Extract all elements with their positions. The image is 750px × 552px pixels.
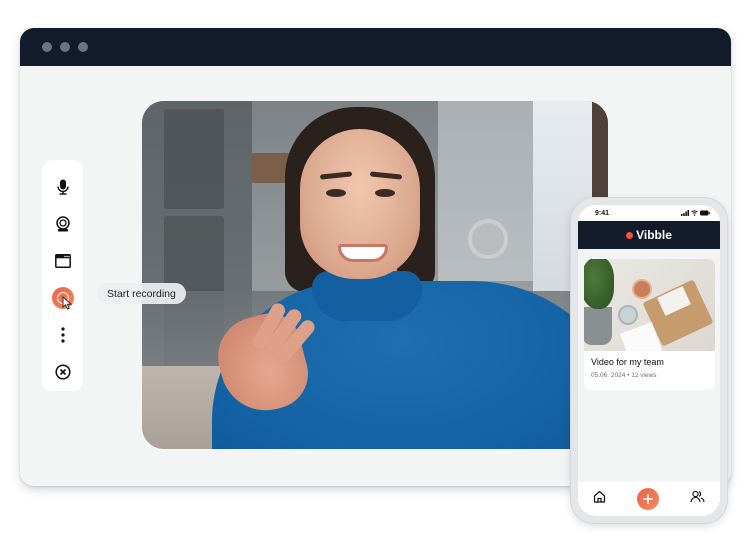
tab-home[interactable] bbox=[593, 490, 606, 508]
window-titlebar bbox=[20, 28, 731, 66]
background-clock bbox=[468, 219, 508, 259]
video-card[interactable]: Video for my team 05.06. 2024 • 12 views bbox=[584, 259, 715, 390]
phone-tab-bar bbox=[578, 482, 720, 516]
start-recording-button[interactable] bbox=[48, 280, 78, 317]
video-thumbnail bbox=[584, 259, 715, 351]
status-time: 9:41 bbox=[595, 209, 610, 217]
browser-window-icon bbox=[54, 253, 71, 268]
status-icons bbox=[681, 210, 710, 216]
webcam-preview bbox=[142, 101, 608, 449]
screen-share-button[interactable] bbox=[48, 242, 78, 279]
phone-screen: 9:41 Vibble Video for my team 05.06. 202… bbox=[578, 205, 720, 516]
mouse-cursor-icon bbox=[62, 296, 72, 310]
thumb-coaster bbox=[632, 279, 652, 299]
thumb-plant-pot bbox=[584, 307, 612, 345]
microphone-button[interactable] bbox=[48, 168, 78, 205]
webcam-icon bbox=[55, 216, 70, 232]
recording-toolbar bbox=[42, 160, 83, 391]
close-button[interactable] bbox=[48, 354, 78, 391]
window-control-dot[interactable] bbox=[78, 42, 88, 52]
background-cabinet-glass bbox=[164, 109, 224, 209]
thumb-glass bbox=[618, 305, 638, 325]
battery-icon bbox=[700, 210, 710, 216]
home-icon bbox=[594, 490, 606, 503]
thumb-plant bbox=[584, 259, 614, 309]
webcam-button[interactable] bbox=[48, 205, 78, 242]
microphone-icon bbox=[56, 179, 69, 195]
more-options-button[interactable] bbox=[48, 317, 78, 354]
wifi-icon bbox=[691, 210, 698, 216]
record-icon bbox=[51, 287, 74, 310]
window-control-dot[interactable] bbox=[42, 42, 52, 52]
person-eye bbox=[375, 189, 395, 197]
add-video-button[interactable] bbox=[636, 488, 659, 510]
video-title: Video for my team bbox=[591, 357, 664, 367]
tab-team[interactable] bbox=[690, 490, 705, 508]
person-eye bbox=[326, 189, 346, 197]
phone-mockup: 9:41 Vibble Video for my team 05.06. 202… bbox=[570, 197, 728, 524]
more-vertical-icon bbox=[60, 327, 65, 343]
app-header: Vibble bbox=[578, 221, 720, 249]
close-circle-icon bbox=[54, 364, 71, 380]
person-smile bbox=[338, 244, 388, 262]
video-meta: 05.06. 2024 • 12 views bbox=[591, 372, 657, 379]
brand-logo-dot bbox=[626, 231, 634, 239]
phone-status-bar: 9:41 bbox=[578, 205, 720, 221]
users-icon bbox=[690, 490, 705, 503]
app-brand-name: Vibble bbox=[636, 228, 672, 242]
plus-icon bbox=[642, 494, 653, 504]
start-recording-tooltip: Start recording bbox=[97, 283, 186, 304]
signal-icon bbox=[681, 210, 689, 216]
window-control-dot[interactable] bbox=[60, 42, 70, 52]
